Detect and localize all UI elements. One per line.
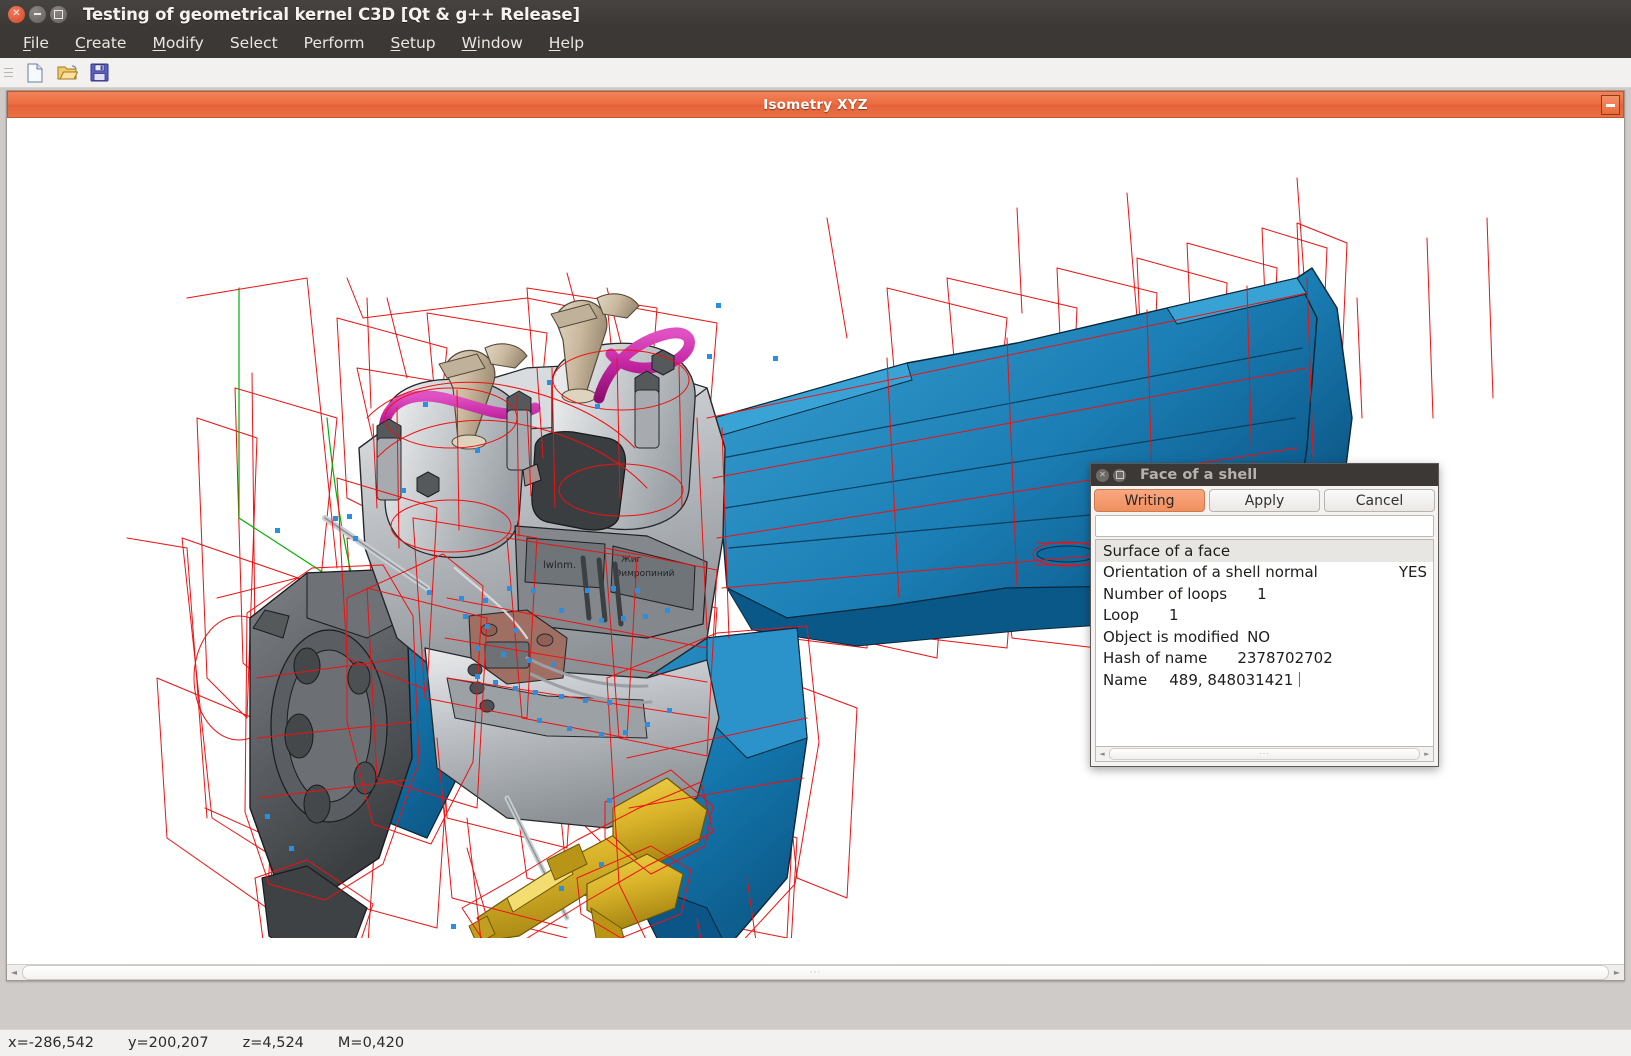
status-m: M=0,420 bbox=[338, 1035, 404, 1051]
window-controls: ✕ bbox=[8, 6, 67, 23]
dialog-horizontal-scrollbar[interactable]: ◄ ··· ► bbox=[1095, 746, 1434, 762]
dialog-titlebar: ✕ Face of a shell bbox=[1091, 464, 1438, 486]
menu-perform[interactable]: Perform bbox=[291, 31, 378, 55]
dialog-button-row: Writing Apply Cancel bbox=[1091, 486, 1438, 514]
menubar: FileCreateModifySelectPerformSetupWindow… bbox=[0, 28, 1631, 58]
list-row-loopcount[interactable]: Number of loops 1 bbox=[1096, 583, 1433, 605]
list-row-surface[interactable]: Surface of a face bbox=[1096, 540, 1433, 562]
svg-text:lwlnm.: lwlnm. bbox=[543, 560, 576, 571]
dialog-close-icon[interactable]: ✕ bbox=[1096, 469, 1109, 482]
dialog-scroll-right-icon[interactable]: ► bbox=[1421, 750, 1433, 758]
status-z: z=4,524 bbox=[243, 1035, 304, 1051]
list-row-hash[interactable]: Hash of name 2378702702 bbox=[1096, 648, 1433, 670]
row-label: Hash of name bbox=[1103, 649, 1207, 667]
apply-button[interactable]: Apply bbox=[1209, 489, 1320, 512]
menu-setup[interactable]: Setup bbox=[378, 31, 449, 55]
toolbar bbox=[0, 58, 1631, 88]
new-file-icon bbox=[26, 63, 44, 83]
row-value: NO bbox=[1247, 628, 1270, 646]
list-row-orientation[interactable]: Orientation of a shell normal YES bbox=[1096, 562, 1433, 584]
statusbar: x=-286,542 y=200,207 z=4,524 M=0,420 bbox=[0, 1029, 1631, 1056]
menu-create[interactable]: Create bbox=[62, 31, 140, 55]
ignition-coil bbox=[532, 432, 626, 530]
close-icon[interactable]: ✕ bbox=[8, 6, 25, 23]
save-file-button[interactable] bbox=[86, 61, 112, 85]
row-label: Object is modified bbox=[1103, 628, 1239, 646]
dialog-scroll-track[interactable]: ··· bbox=[1109, 748, 1420, 760]
status-y: y=200,207 bbox=[128, 1035, 209, 1051]
mdi-titlebar: Isometry XYZ bbox=[7, 91, 1624, 118]
viewport-horizontal-scrollbar[interactable]: ◄ ··· ► bbox=[7, 964, 1624, 980]
dialog-scroll-grip: ··· bbox=[1259, 750, 1270, 759]
save-floppy-icon bbox=[90, 63, 109, 82]
cancel-button[interactable]: Cancel bbox=[1324, 489, 1435, 512]
row-value: 1 bbox=[1169, 606, 1179, 624]
svg-text:Эимропиний: Эимропиний bbox=[615, 569, 675, 579]
row-label: Orientation of a shell normal bbox=[1103, 563, 1318, 581]
dialog-text-input[interactable] bbox=[1095, 515, 1434, 537]
status-x: x=-286,542 bbox=[8, 1035, 94, 1051]
writing-button[interactable]: Writing bbox=[1094, 489, 1205, 512]
row-label: Loop bbox=[1103, 606, 1139, 624]
dialog-scroll-left-icon[interactable]: ◄ bbox=[1096, 750, 1108, 758]
list-row-name[interactable]: Name 489, 848031421 bbox=[1096, 669, 1433, 691]
menu-select[interactable]: Select bbox=[217, 31, 291, 55]
open-folder-icon bbox=[57, 63, 78, 82]
menu-file[interactable]: File bbox=[10, 31, 62, 55]
new-file-button[interactable] bbox=[22, 61, 48, 85]
scroll-track[interactable]: ··· bbox=[22, 965, 1609, 980]
row-value: 2378702702 bbox=[1237, 649, 1332, 667]
row-value: YES bbox=[1399, 563, 1427, 581]
window-titlebar: ✕ Testing of geometrical kernel C3D [Qt … bbox=[0, 0, 1631, 28]
maximize-icon[interactable] bbox=[50, 6, 67, 23]
text-caret bbox=[1299, 672, 1300, 687]
list-row-loop[interactable]: Loop 1 bbox=[1096, 605, 1433, 627]
dialog-title: Face of a shell bbox=[1140, 467, 1257, 483]
dialog-maximize-icon[interactable] bbox=[1113, 469, 1126, 482]
row-value: 1 bbox=[1257, 585, 1267, 603]
mdi-restore-button[interactable] bbox=[1601, 95, 1620, 115]
toolbar-drag-handle[interactable] bbox=[4, 64, 14, 82]
menu-help[interactable]: Help bbox=[536, 31, 597, 55]
menu-modify[interactable]: Modify bbox=[139, 31, 216, 55]
window-title: Testing of geometrical kernel C3D [Qt & … bbox=[83, 5, 580, 24]
minimize-icon[interactable] bbox=[29, 6, 46, 23]
list-row-modified[interactable]: Object is modified NO bbox=[1096, 626, 1433, 648]
property-list[interactable]: Surface of a face Orientation of a shell… bbox=[1095, 539, 1434, 746]
row-label: Name bbox=[1103, 671, 1147, 689]
mdi-window-title: Isometry XYZ bbox=[763, 97, 868, 113]
scroll-thumb-grip: ··· bbox=[810, 968, 822, 978]
face-of-a-shell-dialog: ✕ Face of a shell Writing Apply Cancel S… bbox=[1090, 463, 1439, 767]
menu-window[interactable]: Window bbox=[449, 31, 536, 55]
row-label: Number of loops bbox=[1103, 585, 1227, 603]
scroll-left-icon[interactable]: ◄ bbox=[7, 966, 21, 979]
row-value: 489, 848031421 bbox=[1169, 671, 1293, 689]
row-label: Surface of a face bbox=[1103, 542, 1230, 560]
open-file-button[interactable] bbox=[54, 61, 80, 85]
scroll-right-icon[interactable]: ► bbox=[1610, 966, 1624, 979]
